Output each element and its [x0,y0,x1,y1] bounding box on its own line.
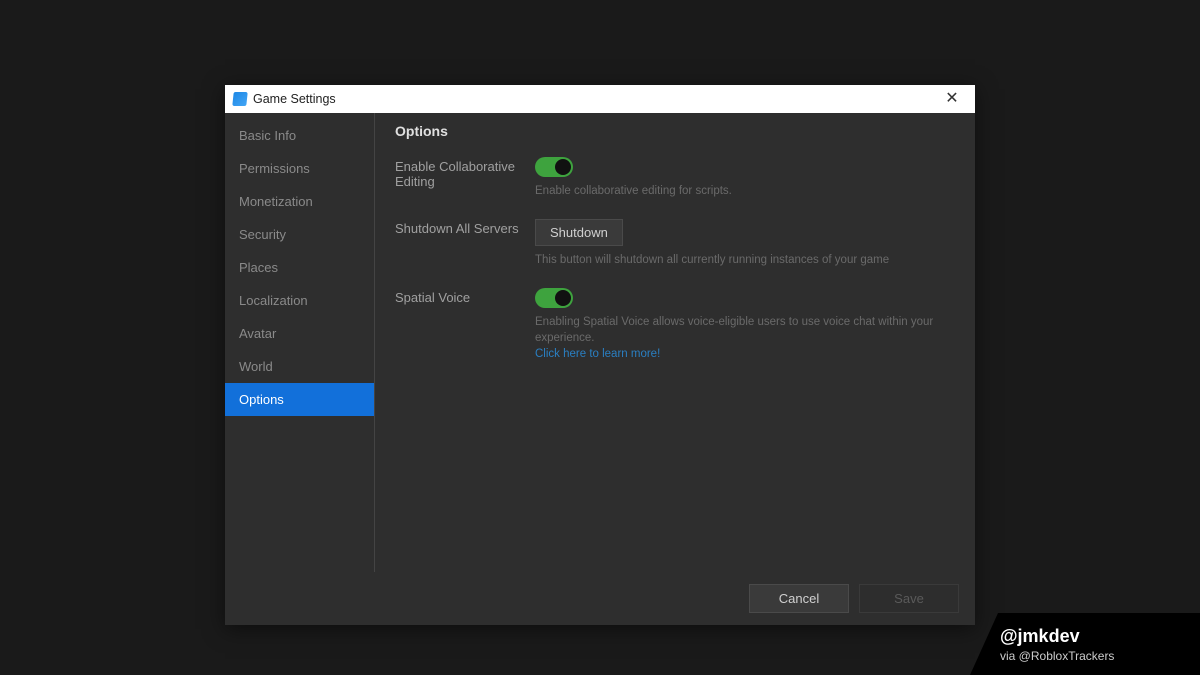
collab-helper: Enable collaborative editing for scripts… [535,183,955,199]
collab-label: Enable Collaborative Editing [395,157,535,199]
footer: Cancel Save [225,572,975,625]
sidebar: Basic Info Permissions Monetization Secu… [225,113,375,572]
shutdown-helper: This button will shutdown all currently … [535,252,955,268]
watermark-via: via @RobloxTrackers [1000,649,1200,663]
shutdown-label: Shutdown All Servers [395,219,535,268]
sidebar-item-monetization[interactable]: Monetization [225,185,374,218]
save-button[interactable]: Save [859,584,959,613]
sidebar-item-options[interactable]: Options [225,383,374,416]
row-spatial-voice: Spatial Voice Enabling Spatial Voice all… [395,288,955,362]
collab-toggle[interactable] [535,157,573,177]
section-title: Options [395,123,955,139]
row-collaborative-editing: Enable Collaborative Editing Enable coll… [395,157,955,199]
sidebar-item-security[interactable]: Security [225,218,374,251]
titlebar-left: Game Settings [233,92,336,106]
spatial-helper: Enabling Spatial Voice allows voice-elig… [535,314,955,362]
app-icon [232,92,247,106]
cancel-button[interactable]: Cancel [749,584,849,613]
window-title: Game Settings [253,92,336,106]
spatial-helper-text: Enabling Spatial Voice allows voice-elig… [535,316,933,344]
content-pane: Options Enable Collaborative Editing Ena… [375,113,975,572]
window-body: Basic Info Permissions Monetization Secu… [225,113,975,572]
sidebar-item-permissions[interactable]: Permissions [225,152,374,185]
row-shutdown-servers: Shutdown All Servers Shutdown This butto… [395,219,955,268]
spatial-label: Spatial Voice [395,288,535,362]
sidebar-item-places[interactable]: Places [225,251,374,284]
titlebar: Game Settings ✕ [225,85,975,113]
sidebar-item-localization[interactable]: Localization [225,284,374,317]
shutdown-control: Shutdown This button will shutdown all c… [535,219,955,268]
spatial-control: Enabling Spatial Voice allows voice-elig… [535,288,955,362]
spatial-toggle[interactable] [535,288,573,308]
game-settings-window: Game Settings ✕ Basic Info Permissions M… [225,85,975,625]
watermark-handle: @jmkdev [1000,626,1200,647]
spatial-learn-more-link[interactable]: Click here to learn more! [535,348,660,360]
close-button[interactable]: ✕ [937,91,967,107]
collab-control: Enable collaborative editing for scripts… [535,157,955,199]
watermark: @jmkdev via @RobloxTrackers [970,613,1200,675]
sidebar-item-basic-info[interactable]: Basic Info [225,119,374,152]
shutdown-button[interactable]: Shutdown [535,219,623,246]
sidebar-item-avatar[interactable]: Avatar [225,317,374,350]
sidebar-item-world[interactable]: World [225,350,374,383]
